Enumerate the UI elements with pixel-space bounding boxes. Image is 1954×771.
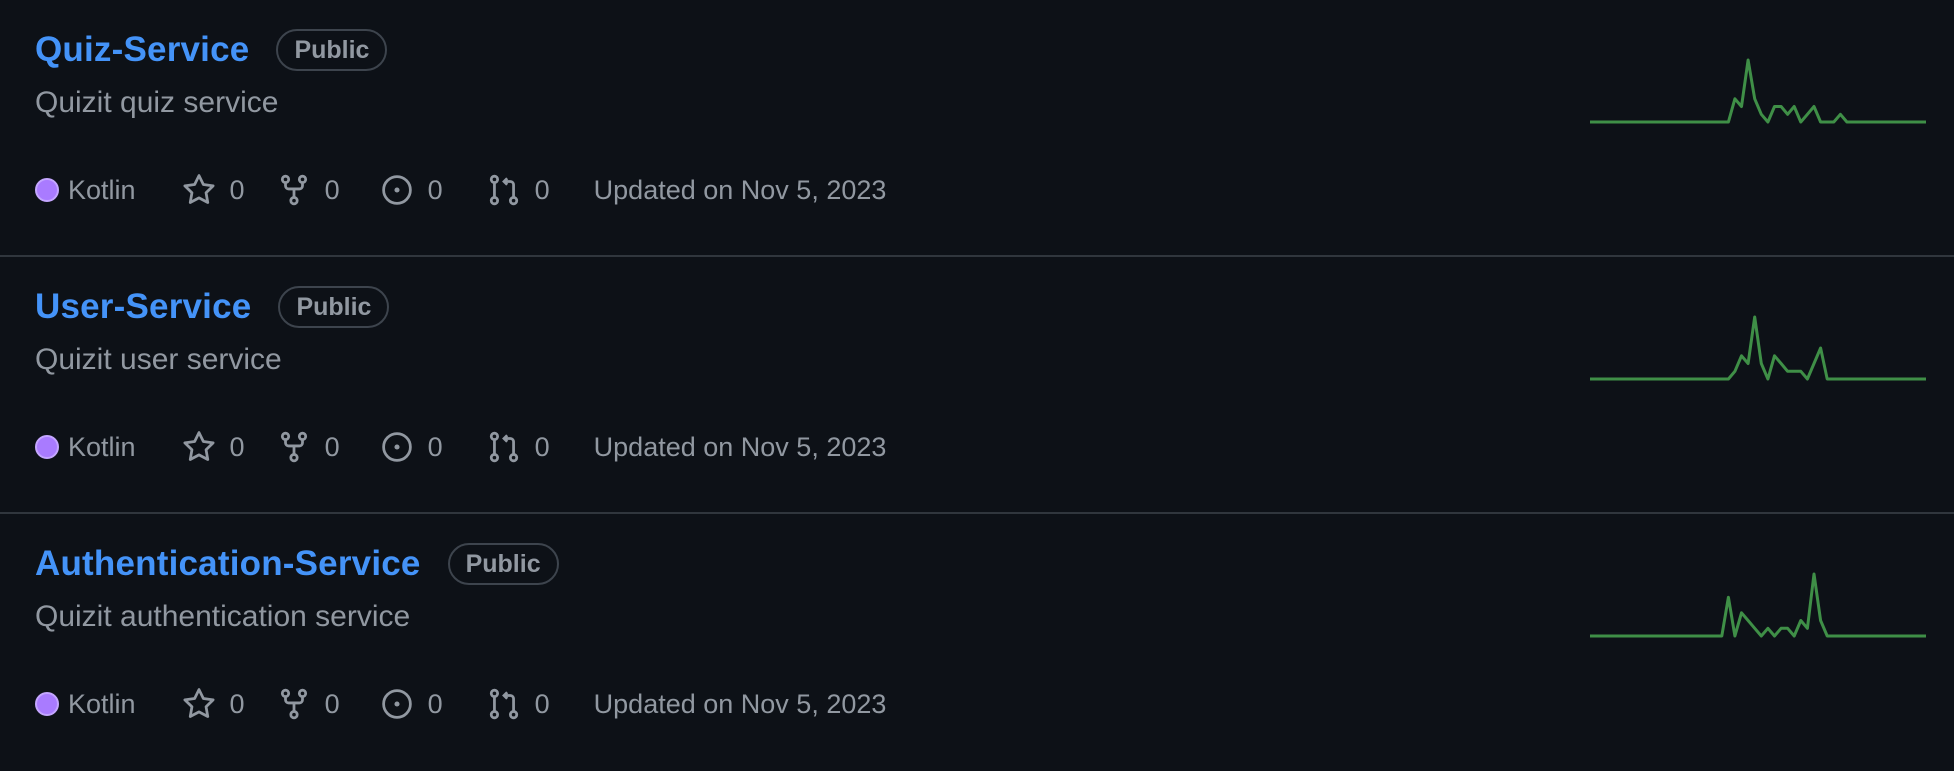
visibility-badge: Public (447, 543, 559, 585)
issues-link[interactable]: 0 (380, 430, 443, 464)
activity-sparkline (1590, 315, 1926, 381)
language-color-dot (35, 692, 59, 716)
stars-link[interactable]: 0 (182, 687, 245, 721)
repo-item: Authentication-Service Public Quizit aut… (0, 514, 1954, 771)
repo-item: Quiz-Service Public Quizit quiz service … (0, 0, 1954, 257)
issues-link[interactable]: 0 (380, 173, 443, 207)
issues-count: 0 (427, 688, 443, 719)
repo-title-row: Authentication-Service Public (35, 540, 559, 588)
pull-requests-link[interactable]: 0 (487, 430, 550, 464)
repo-title-row: Quiz-Service Public (35, 26, 388, 74)
issue-icon (381, 689, 412, 719)
pull-requests-count: 0 (534, 688, 550, 719)
repo-title-row: User-Service Public (35, 283, 390, 331)
forks-count: 0 (324, 688, 340, 719)
repo-name-link[interactable]: User-Service (35, 287, 251, 327)
repo-language: Kotlin (68, 688, 136, 719)
repo-meta: Kotlin 0 0 0 0 Updated on Nov 5, 2023 (35, 425, 886, 469)
repository-list: Quiz-Service Public Quizit quiz service … (0, 0, 1954, 754)
issues-count: 0 (427, 174, 443, 205)
pull-request-icon (489, 431, 518, 463)
forks-link[interactable]: 0 (277, 173, 340, 207)
forks-link[interactable]: 0 (277, 430, 340, 464)
star-icon (183, 174, 215, 204)
visibility-badge: Public (278, 286, 390, 328)
repo-language: Kotlin (68, 174, 136, 205)
stars-count: 0 (229, 174, 245, 205)
repo-name-link[interactable]: Quiz-Service (35, 30, 249, 70)
forks-count: 0 (324, 431, 340, 462)
activity-line (1590, 572, 1926, 638)
repo-name-link[interactable]: Authentication-Service (35, 544, 421, 584)
pull-requests-link[interactable]: 0 (487, 687, 550, 721)
forks-link[interactable]: 0 (277, 687, 340, 721)
forks-count: 0 (324, 174, 340, 205)
pull-requests-count: 0 (534, 431, 550, 462)
repo-language: Kotlin (68, 431, 136, 462)
issues-link[interactable]: 0 (380, 687, 443, 721)
activity-sparkline (1590, 572, 1926, 638)
issues-count: 0 (427, 431, 443, 462)
repo-description: Quizit quiz service (35, 86, 279, 119)
repo-meta: Kotlin 0 0 0 0 Updated on Nov 5, 2023 (35, 682, 886, 726)
fork-icon (280, 688, 307, 720)
repo-description: Quizit authentication service (35, 600, 411, 633)
issue-icon (381, 175, 412, 205)
updated-timestamp: Updated on Nov 5, 2023 (593, 174, 887, 205)
fork-icon (280, 174, 307, 206)
issue-icon (381, 432, 412, 462)
pull-requests-count: 0 (534, 174, 550, 205)
star-icon (183, 431, 215, 461)
pull-request-icon (489, 688, 518, 720)
stars-link[interactable]: 0 (182, 430, 245, 464)
fork-icon (280, 431, 307, 463)
stars-link[interactable]: 0 (182, 173, 245, 207)
updated-timestamp: Updated on Nov 5, 2023 (593, 431, 887, 462)
stars-count: 0 (229, 431, 245, 462)
activity-sparkline (1590, 58, 1926, 124)
star-icon (183, 688, 215, 718)
repo-description: Quizit user service (35, 343, 282, 376)
repo-meta: Kotlin 0 0 0 0 Updated on Nov 5, 2023 (35, 168, 886, 212)
visibility-badge: Public (276, 29, 388, 71)
activity-line (1590, 315, 1926, 381)
stars-count: 0 (229, 688, 245, 719)
pull-requests-link[interactable]: 0 (487, 173, 550, 207)
activity-line (1590, 58, 1926, 124)
pull-request-icon (489, 174, 518, 206)
updated-timestamp: Updated on Nov 5, 2023 (593, 688, 887, 719)
language-color-dot (35, 178, 59, 202)
repo-item: User-Service Public Quizit user service … (0, 257, 1954, 514)
language-color-dot (35, 435, 59, 459)
